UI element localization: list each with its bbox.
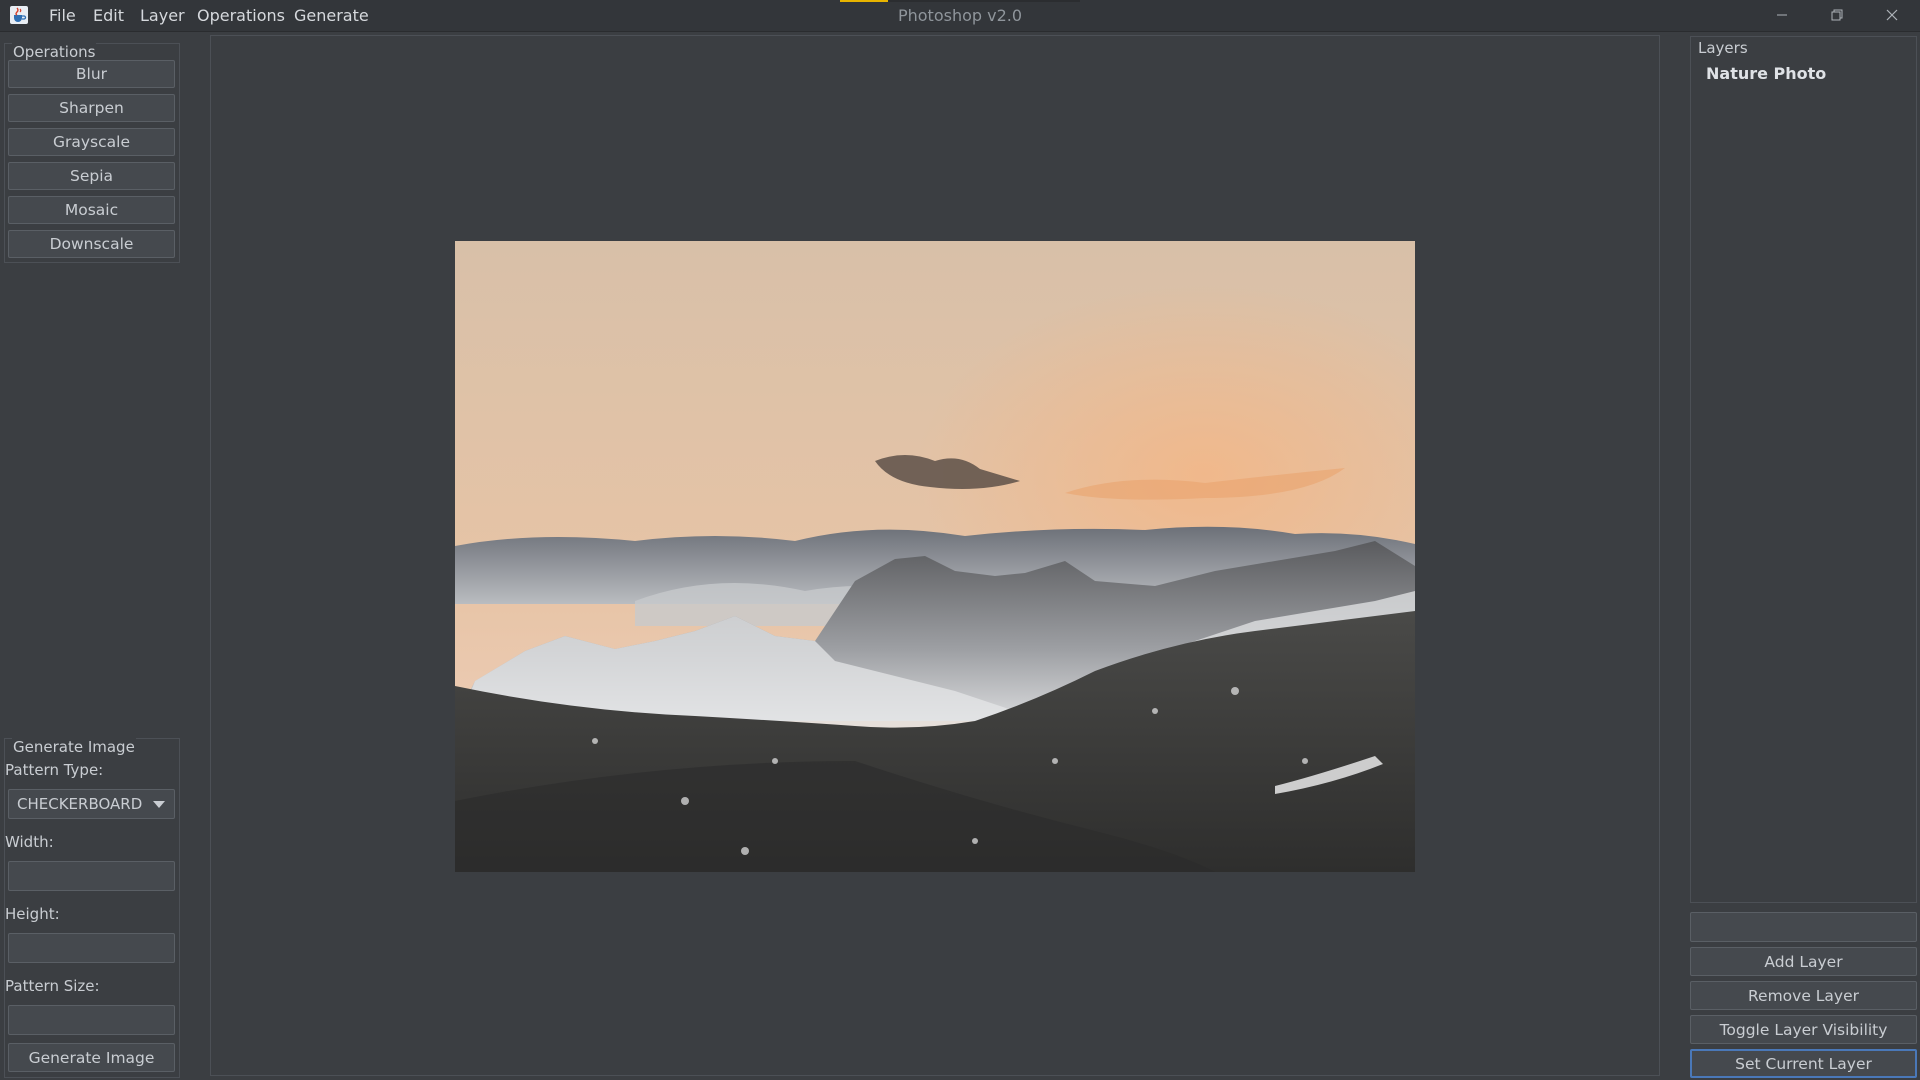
add-layer-button[interactable]: Add Layer [1690,947,1917,976]
pattern-size-input[interactable] [8,1005,175,1035]
generate-image-button[interactable]: Generate Image [8,1043,175,1072]
layer-name-input[interactable] [1690,912,1917,942]
width-label: Width: [5,833,54,851]
chevron-down-icon [153,800,165,808]
operations-title: Operations [12,43,97,61]
title-accent-track [888,0,1080,2]
java-cup-icon [10,6,28,24]
pattern-type-label: Pattern Type: [5,761,104,779]
menu-generate[interactable]: Generate [294,6,369,25]
sepia-button[interactable]: Sepia [8,162,175,190]
blur-button[interactable]: Blur [8,60,175,88]
canvas-area[interactable] [210,35,1660,1076]
sharpen-button[interactable]: Sharpen [8,94,175,122]
minimize-icon [1777,14,1787,16]
maximize-button[interactable] [1817,3,1857,27]
pattern-type-value: CHECKERBOARD [17,795,143,813]
mosaic-button[interactable]: Mosaic [8,196,175,224]
operations-panel: Operations Blur Sharpen Grayscale Sepia … [4,43,180,263]
window-title: Photoshop v2.0 [897,6,1023,25]
minimize-button[interactable] [1762,3,1802,27]
menu-file[interactable]: File [49,6,76,25]
layers-title: Layers [1697,39,1749,57]
height-label: Height: [5,905,60,923]
pattern-size-label: Pattern Size: [5,977,100,995]
grayscale-button[interactable]: Grayscale [8,128,175,156]
close-button[interactable] [1872,3,1912,27]
restore-icon [1831,9,1843,21]
height-input[interactable] [8,933,175,963]
layers-panel[interactable]: Layers Nature Photo [1690,36,1917,903]
generate-panel: Generate Image Pattern Type: CHECKERBOAR… [4,738,180,1078]
remove-layer-button[interactable]: Remove Layer [1690,981,1917,1010]
layer-item-nature-photo[interactable]: Nature Photo [1706,64,1826,83]
downscale-button[interactable]: Downscale [8,230,175,258]
mountain-landscape-photo[interactable] [455,241,1415,872]
title-bar: File Edit Layer Operations Generate Phot… [0,0,1920,32]
pattern-type-select[interactable]: CHECKERBOARD [8,789,175,819]
menu-operations[interactable]: Operations [197,6,285,25]
width-input[interactable] [8,861,175,891]
toggle-layer-visibility-button[interactable]: Toggle Layer Visibility [1690,1015,1917,1044]
menu-edit[interactable]: Edit [93,6,124,25]
title-accent-bar [840,0,888,2]
set-current-layer-button[interactable]: Set Current Layer [1690,1049,1917,1078]
close-icon [1886,9,1898,21]
menu-layer[interactable]: Layer [140,6,185,25]
generate-title: Generate Image [12,738,136,756]
